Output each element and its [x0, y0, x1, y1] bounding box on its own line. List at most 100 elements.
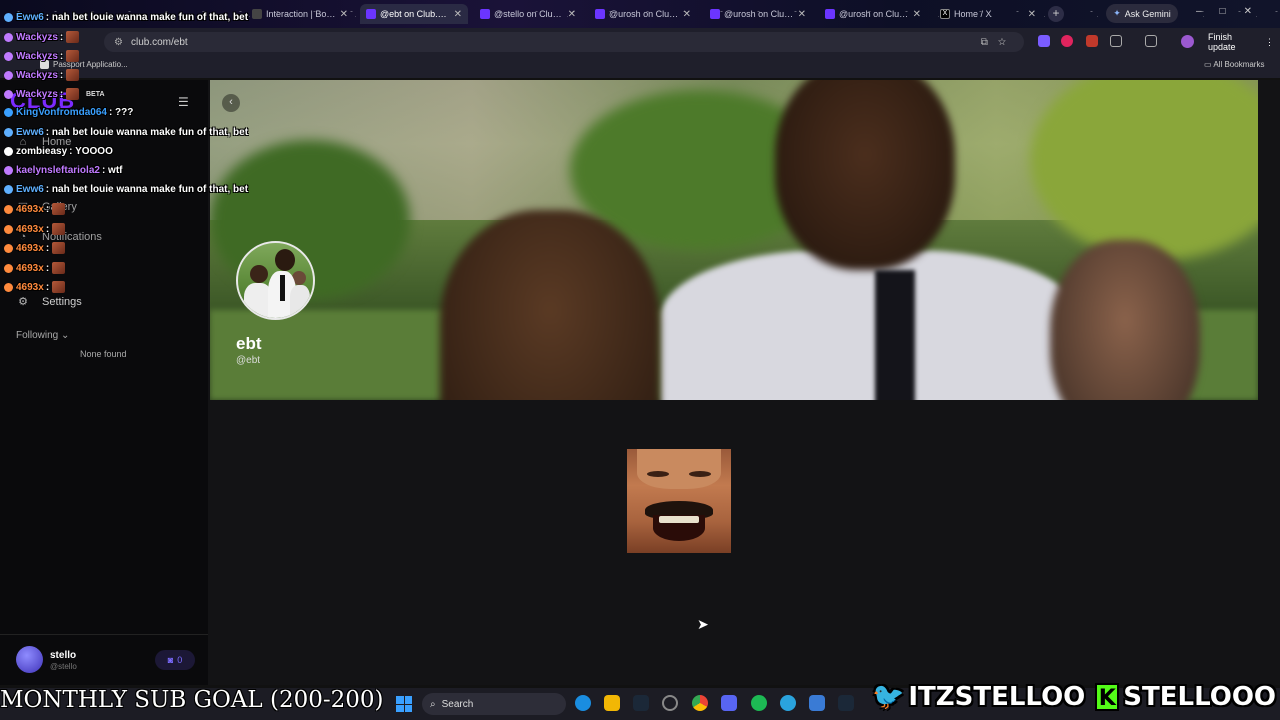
chat-username: KingVonfromda064	[16, 107, 107, 118]
tab-urosh-1[interactable]: @urosh on Club.co ✕	[589, 4, 697, 24]
chat-message: 4693x:	[4, 281, 66, 293]
menu-icon[interactable]: ☰	[178, 95, 189, 109]
extension-icon[interactable]	[1086, 35, 1098, 47]
chat-emote-icon	[66, 88, 80, 100]
chat-text: : nah bet louie wanna make fun of that, …	[45, 12, 249, 23]
chat-username: Eww6	[16, 12, 44, 23]
coin-icon: ◙	[167, 655, 174, 665]
folder-icon: ▭	[1204, 60, 1214, 69]
chat-username: Eww6	[16, 127, 44, 138]
url-input[interactable]: ⚙ club.com/ebt ⧉☆	[104, 32, 1024, 52]
chrome-icon[interactable]	[692, 695, 708, 711]
chat-message: KingVonfromda064: ???	[4, 107, 133, 118]
tab-urosh-2[interactable]: @urosh on Club.co ✕	[704, 4, 812, 24]
notepad-icon[interactable]	[809, 695, 825, 711]
chat-message: Wackyzs:	[4, 31, 80, 43]
all-bookmarks-button[interactable]: ▭ All Bookmarks	[1204, 60, 1264, 69]
chat-username: 4693x	[16, 242, 44, 254]
close-icon[interactable]: ✕	[798, 9, 806, 20]
chat-badge-icon	[4, 263, 13, 273]
chat-username: kaelynsleftariola2	[16, 165, 100, 176]
extension-icon[interactable]	[1038, 35, 1050, 47]
windows-start-icon[interactable]	[396, 696, 412, 712]
chat-username: zombieasy	[16, 146, 68, 157]
twitter-bird-icon: 🐦	[872, 682, 905, 712]
chat-username: Wackyzs	[16, 50, 58, 62]
chat-username: Eww6	[16, 184, 44, 195]
steam-icon[interactable]	[838, 695, 854, 711]
tab-stello[interactable]: @stello on Club.co ✕	[474, 4, 582, 24]
laughing-face-image	[627, 449, 731, 553]
chat-badge-icon	[4, 89, 13, 99]
chat-badge-icon	[4, 13, 13, 22]
club-favicon-icon	[480, 9, 490, 19]
chat-text: :	[59, 50, 64, 62]
close-icon[interactable]: ✕	[340, 9, 348, 20]
chat-text: : YOOOO	[69, 146, 113, 157]
chat-text: :	[59, 69, 64, 81]
close-icon[interactable]: ✕	[454, 9, 462, 20]
chat-username: 4693x	[16, 223, 44, 235]
spotify-icon[interactable]	[751, 695, 767, 711]
user-handle: @stello	[50, 662, 77, 671]
nav-settings[interactable]: ⚙ Settings	[16, 295, 82, 309]
app-icon[interactable]	[662, 695, 678, 711]
ask-gemini-button[interactable]: ✦ Ask Gemini	[1106, 4, 1178, 23]
club-favicon-icon	[595, 9, 605, 19]
telegram-icon[interactable]	[780, 695, 796, 711]
tab-botrix[interactable]: Interaction | BotRi ✕	[246, 4, 354, 24]
puzzle-extensions-icon[interactable]	[1110, 35, 1122, 47]
chat-text: :	[45, 203, 50, 215]
chat-badge-icon	[4, 51, 13, 61]
chat-badge-icon	[4, 204, 13, 214]
chat-username: Wackyzs	[16, 88, 58, 100]
chat-text: : nah bet louie wanna make fun of that, …	[45, 127, 249, 138]
chat-badge-icon	[4, 166, 13, 175]
taskbar-search[interactable]: ⌕ Search	[422, 693, 566, 715]
mouse-cursor-icon: ➤	[697, 616, 709, 632]
chat-badge-icon	[4, 32, 13, 42]
close-icon[interactable]: ✕	[1028, 9, 1036, 20]
close-icon[interactable]: ✕	[683, 9, 691, 20]
profile-avatar[interactable]	[1181, 35, 1194, 48]
chat-badge-icon	[4, 224, 13, 234]
chat-message: 4693x:	[4, 242, 66, 254]
edge-icon[interactable]	[575, 695, 591, 711]
chat-text: :	[45, 281, 50, 293]
chevron-down-icon: ⌄	[58, 330, 70, 341]
tab-home-x[interactable]: X Home / X ✕	[934, 4, 1042, 24]
sidepanel-icon[interactable]	[1145, 35, 1157, 47]
new-tab-button[interactable]: +	[1048, 6, 1064, 22]
discord-icon[interactable]	[721, 695, 737, 711]
finish-update-button[interactable]: Finish update ⋮	[1202, 32, 1274, 52]
chat-message: zombieasy: YOOOO	[4, 146, 113, 157]
file-explorer-icon[interactable]	[604, 695, 620, 711]
profile-name: ebt	[236, 334, 262, 353]
club-favicon-icon	[710, 9, 720, 19]
omnibox-action-icons[interactable]: ⧉☆	[981, 37, 1016, 48]
close-icon[interactable]: ✕	[913, 9, 921, 20]
bookmarks-bar	[0, 56, 1280, 78]
coin-balance-button[interactable]: ◙ 0	[155, 650, 195, 670]
site-info-icon[interactable]: ⚙	[114, 37, 123, 48]
close-icon[interactable]: ✕	[568, 9, 576, 20]
chat-badge-icon	[4, 147, 13, 156]
following-dropdown[interactable]: Following ⌄	[16, 330, 69, 341]
profile-banner	[210, 80, 1258, 400]
profile-handle: @ebt	[236, 355, 261, 366]
steam-icon[interactable]	[633, 695, 649, 711]
chat-badge-icon	[4, 128, 13, 137]
tab-ebt[interactable]: @ebt on Club.com ✕	[360, 4, 468, 24]
x-logo-icon: X	[940, 9, 950, 19]
avatar[interactable]	[16, 646, 43, 673]
chat-emote-icon	[52, 203, 66, 215]
tab-favicon-icon	[252, 9, 262, 19]
window-controls[interactable]: –□✕	[1196, 6, 1270, 17]
extension-icon[interactable]	[1061, 35, 1073, 47]
tab-urosh-3[interactable]: @urosh on Club.co ✕	[819, 4, 927, 24]
gear-icon: ⚙	[18, 296, 28, 308]
chat-message: Eww6: nah bet louie wanna make fun of th…	[4, 127, 248, 138]
profile-avatar-image[interactable]	[236, 241, 315, 320]
chat-text: :	[45, 242, 50, 254]
back-button[interactable]: ‹	[222, 94, 240, 112]
